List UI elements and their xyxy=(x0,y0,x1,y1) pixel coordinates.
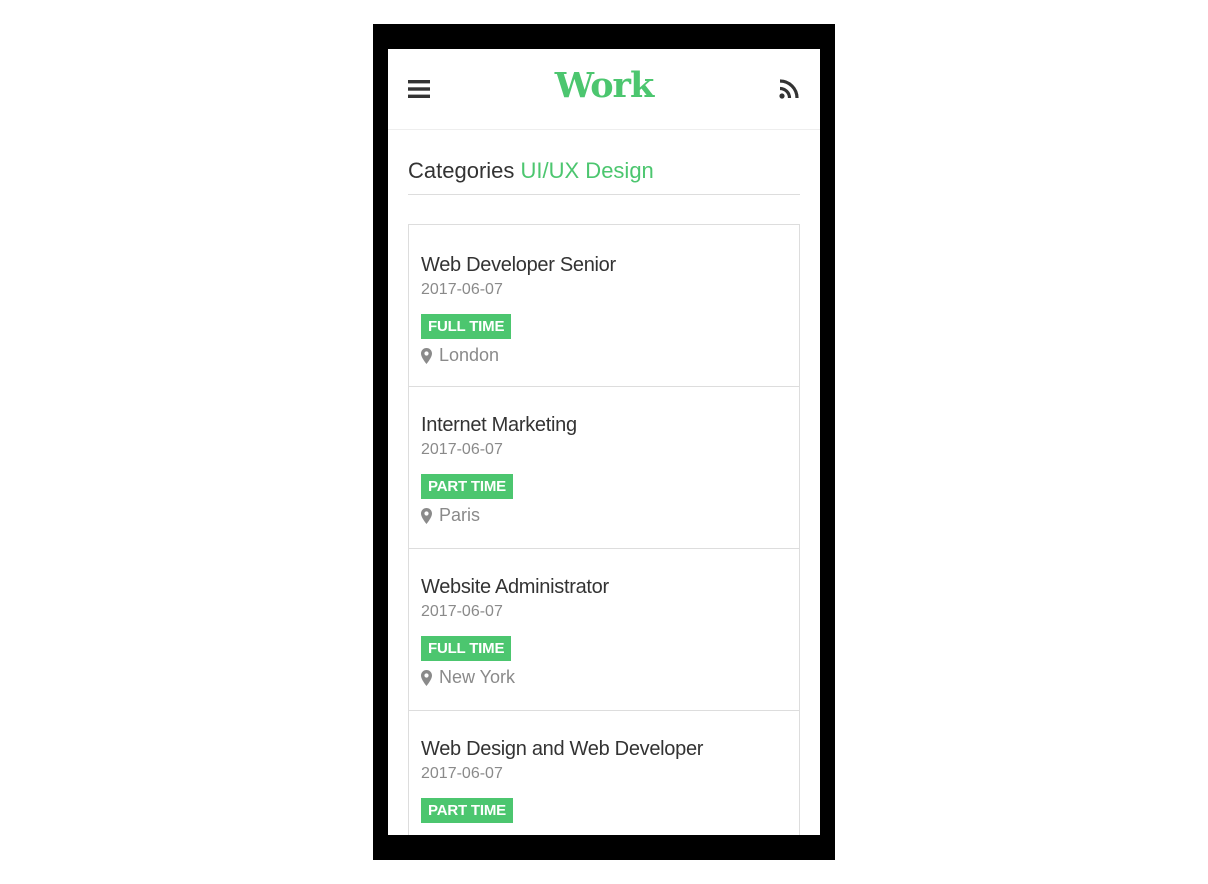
rss-feed-icon[interactable] xyxy=(777,77,801,101)
job-location: Paris xyxy=(421,504,787,526)
job-location-text: London xyxy=(439,345,500,365)
job-card[interactable]: Website Administrator 2017-06-07 FULL TI… xyxy=(409,549,799,711)
category-value[interactable]: UI/UX Design xyxy=(521,158,654,183)
job-location-text: New York xyxy=(439,667,516,687)
job-type-badge: PART TIME xyxy=(421,798,513,823)
job-type-badge: FULL TIME xyxy=(421,636,512,661)
main-content: Categories UI/UX Design Web Developer Se… xyxy=(388,158,820,835)
job-title[interactable]: Web Developer Senior xyxy=(421,252,787,278)
job-location: London xyxy=(421,344,787,366)
job-card[interactable]: Web Developer Senior 2017-06-07 FULL TIM… xyxy=(409,225,799,387)
job-date: 2017-06-07 xyxy=(421,765,503,782)
job-list: Web Developer Senior 2017-06-07 FULL TIM… xyxy=(408,224,800,835)
job-title[interactable]: Web Design and Web Developer xyxy=(421,736,787,762)
app-title: Work xyxy=(554,65,655,106)
job-date: 2017-06-07 xyxy=(421,441,503,458)
job-type-badge: PART TIME xyxy=(421,474,513,499)
category-label: Categories xyxy=(408,158,515,183)
map-pin-icon xyxy=(421,669,432,686)
job-title[interactable]: Internet Marketing xyxy=(421,412,787,438)
category-heading: Categories UI/UX Design xyxy=(408,158,800,195)
app-screen: Work Categories UI/UX Design Web Develop… xyxy=(388,49,820,835)
job-date: 2017-06-07 xyxy=(421,281,503,298)
app-header: Work xyxy=(388,49,820,130)
job-location-text: Paris xyxy=(439,505,481,525)
job-location: New York xyxy=(421,666,787,688)
map-pin-icon xyxy=(421,507,432,524)
job-card[interactable]: Internet Marketing 2017-06-07 PART TIME … xyxy=(409,387,799,549)
map-pin-icon xyxy=(421,347,432,364)
job-title[interactable]: Website Administrator xyxy=(421,574,787,600)
job-date: 2017-06-07 xyxy=(421,603,503,620)
device-frame: Work Categories UI/UX Design Web Develop… xyxy=(373,24,835,860)
job-card[interactable]: Web Design and Web Developer 2017-06-07 … xyxy=(409,711,799,835)
job-type-badge: FULL TIME xyxy=(421,314,512,339)
